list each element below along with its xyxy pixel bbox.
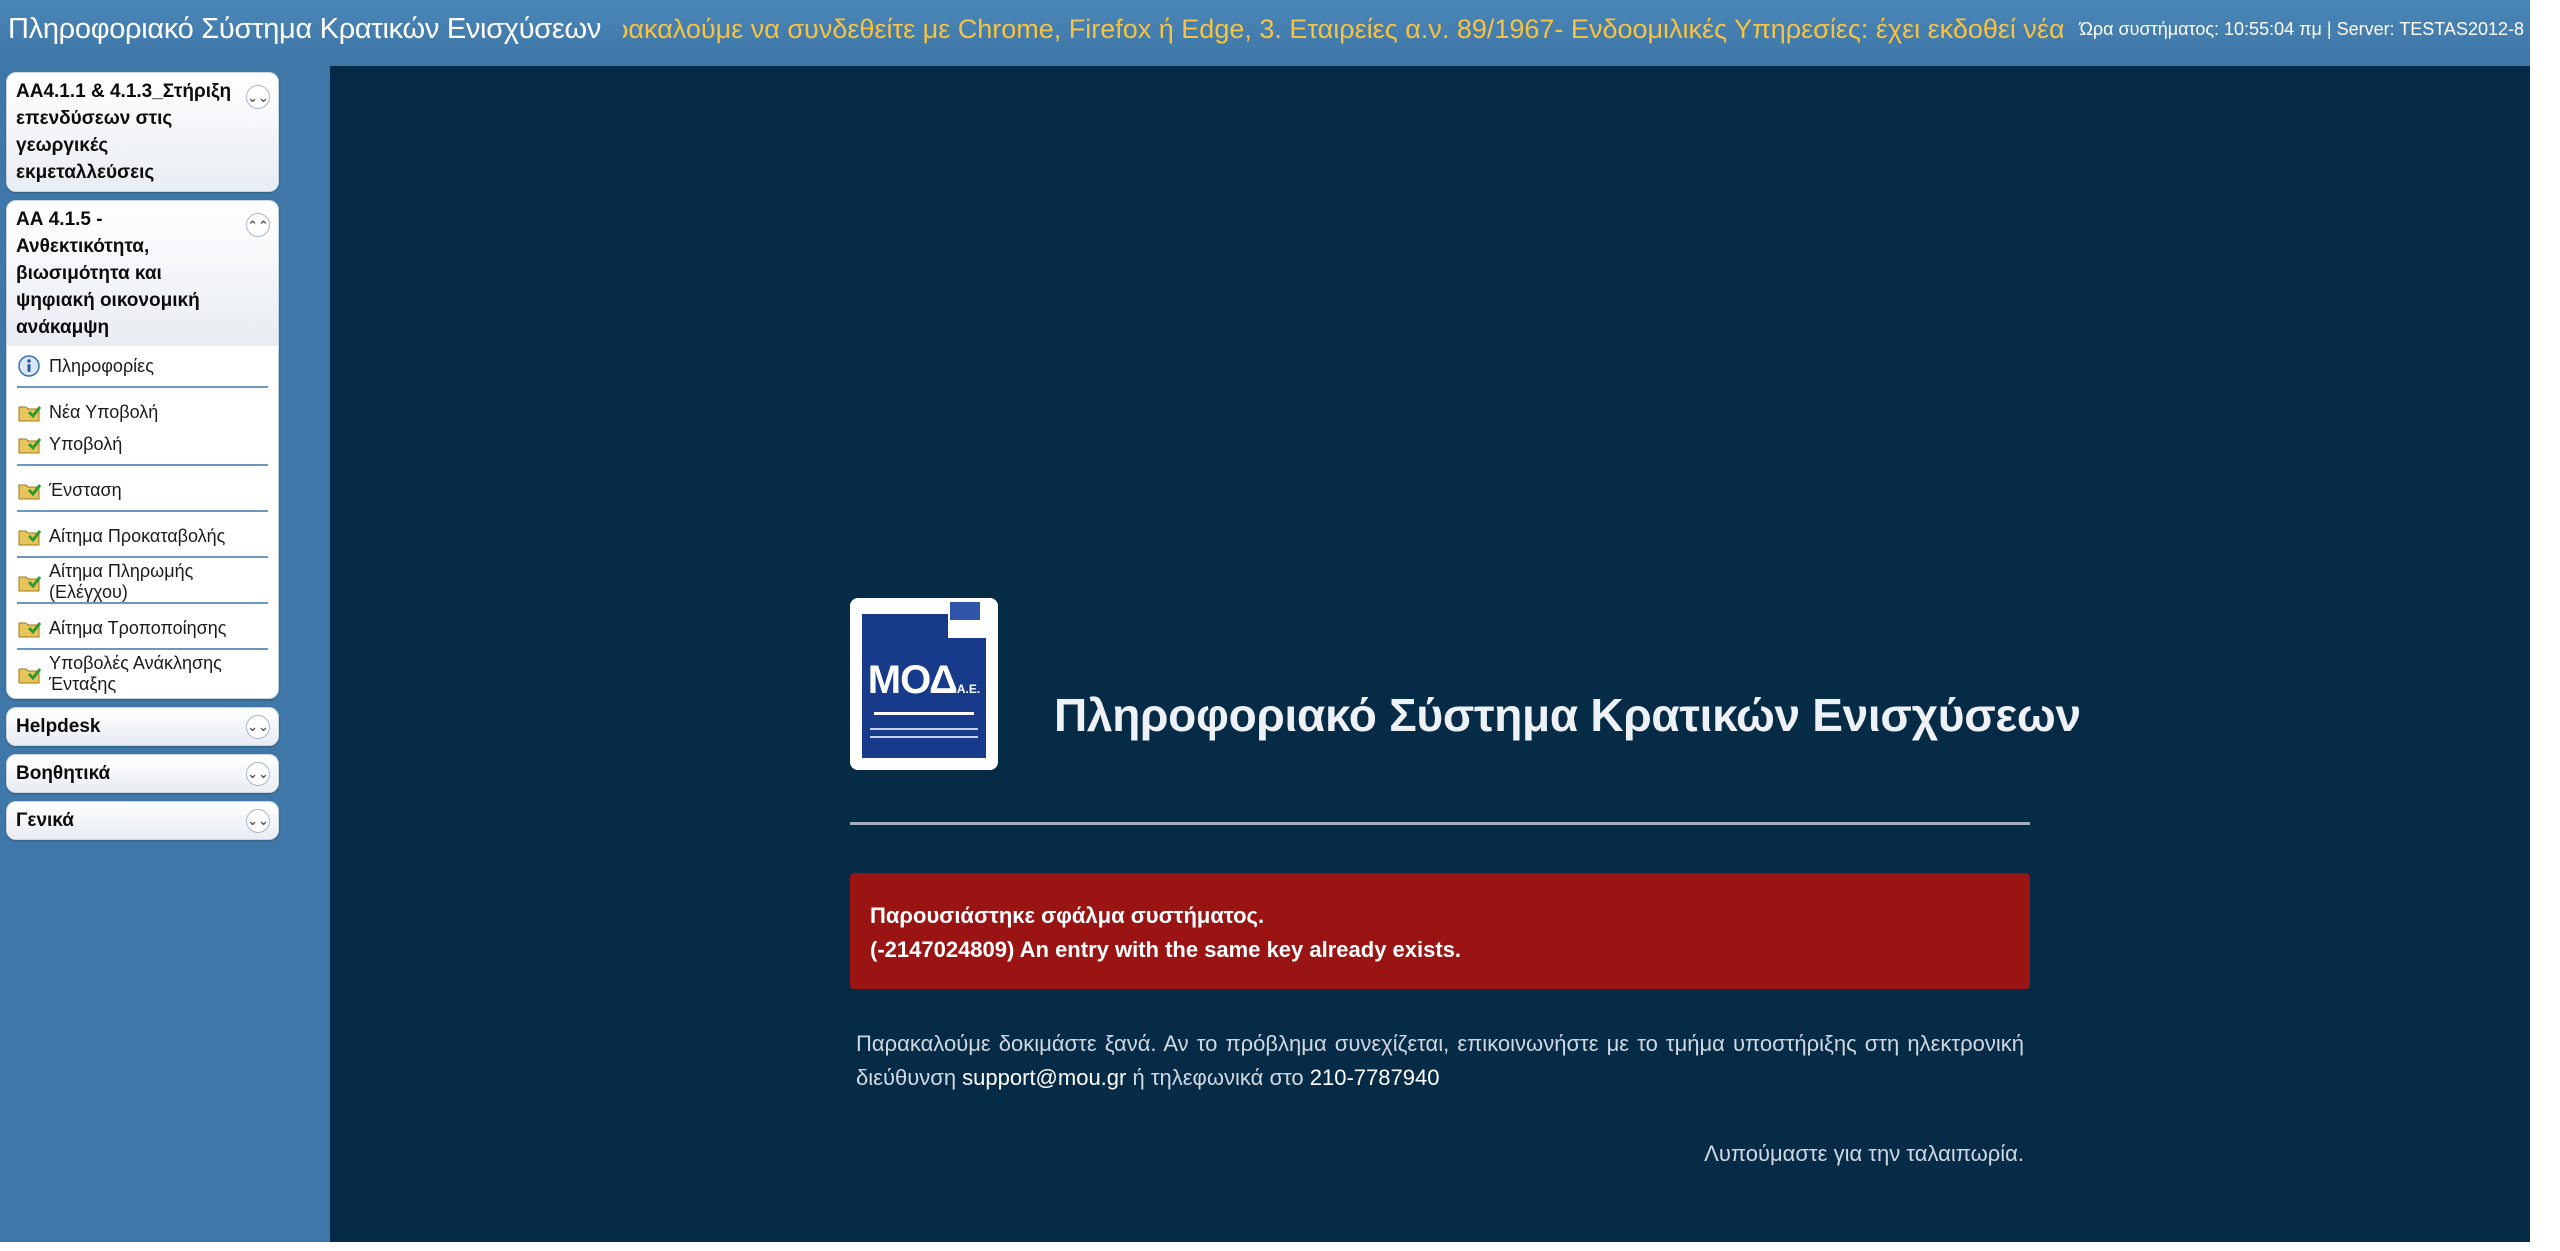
- menu-item-label: Υποβολές Ανάκλησης Ένταξης: [49, 653, 222, 694]
- panel-header-helpdesk[interactable]: Helpdesk ⌄⌄: [7, 708, 278, 745]
- menu-item-label: Αίτημα Τροποποίησης: [49, 617, 227, 638]
- panel-title: Βοηθητικά: [16, 763, 111, 784]
- error-message-box: Παρουσιάστηκε σφάλμα συστήματος. (-21470…: [850, 873, 2030, 989]
- sidebar-panel-aa415: ΑΑ 4.1.5 - Ανθεκτικότητα, βιωσιμότητα κα…: [6, 200, 279, 699]
- system-info: Ώρα συστήματος: 10:55:04 πμ | Server: TE…: [2079, 18, 2524, 39]
- menu-separator: [17, 556, 268, 558]
- folder-icon: [18, 484, 42, 500]
- panel-title: Helpdesk: [16, 716, 101, 737]
- sidebar-item-objection[interactable]: Ένσταση: [17, 474, 268, 506]
- sidebar: ΑΑ4.1.1 & 4.1.3_Στήριξη επενδύσεων στις …: [6, 72, 279, 848]
- menu-item-label: Πληροφορίες: [49, 355, 154, 376]
- menu-separator: [17, 464, 268, 466]
- folder-icon: [18, 438, 42, 454]
- menu-separator: [17, 386, 268, 388]
- logo-rule: [870, 736, 978, 738]
- logo-suffix: Α.Ε.: [956, 682, 981, 696]
- menu-item-label: Αίτημα Πληρωμής (Ελέγχου): [49, 561, 194, 602]
- top-bar: Πληροφοριακό Σύστημα Κρατικών Ενισχύσεων…: [0, 0, 2530, 58]
- site-title: Πληροφοριακό Σύστημα Κρατικών Ενισχύσεων: [1054, 689, 2081, 741]
- panel-header-aa411[interactable]: ΑΑ4.1.1 & 4.1.3_Στήριξη επενδύσεων στις …: [7, 73, 278, 191]
- support-message: Παρακαλούμε δοκιμάστε ξανά. Αν το πρόβλη…: [850, 1027, 2030, 1095]
- panel-header-auxiliary[interactable]: Βοηθητικά ⌄⌄: [7, 755, 278, 792]
- app-title: Πληροφοριακό Σύστημα Κρατικών Ενισχύσεων: [8, 12, 602, 45]
- sidebar-item-inclusion-revocation[interactable]: Υποβολές Ανάκλησης Ένταξης: [17, 653, 268, 694]
- error-title: Παρουσιάστηκε σφάλμα συστήματος.: [870, 903, 1265, 928]
- menu-separator: [17, 510, 268, 512]
- main-content: ΜΟΔΑ.Ε. Πληροφοριακό Σύστημα Κρατικών Εν…: [330, 66, 2530, 1242]
- folder-icon: [18, 622, 42, 638]
- brand-header: ΜΟΔΑ.Ε. Πληροφοριακό Σύστημα Κρατικών Εν…: [850, 594, 2081, 770]
- sidebar-item-modification-request[interactable]: Αίτημα Τροποποίησης: [17, 612, 268, 644]
- menu-item-label: Αίτημα Προκαταβολής: [49, 525, 226, 546]
- folder-icon: [18, 406, 42, 422]
- panel-title: Γενικά: [16, 810, 74, 831]
- folder-icon: [18, 668, 42, 684]
- support-text-phone: ή τηλεφωνικά στο: [1126, 1065, 1310, 1090]
- support-phone: 210-7787940: [1309, 1065, 1440, 1090]
- folder-icon: [18, 576, 42, 592]
- panel-title: ΑΑ 4.1.5 - Ανθεκτικότητα, βιωσιμότητα κα…: [16, 209, 200, 338]
- menu-item-label: Ένσταση: [49, 479, 122, 500]
- expand-chevron-icon[interactable]: ⌄⌄: [246, 761, 270, 786]
- folder-icon: [18, 530, 42, 546]
- sidebar-item-new-submission[interactable]: Νέα Υποβολή: [17, 396, 268, 428]
- menu-item-label: Νέα Υποβολή: [49, 401, 159, 422]
- sidebar-item-information[interactable]: Πληροφορίες: [17, 350, 268, 382]
- sidebar-panel-general: Γενικά ⌄⌄: [6, 801, 279, 840]
- logo-rule: [870, 728, 978, 730]
- expand-chevron-icon[interactable]: ⌄⌄: [246, 808, 270, 833]
- panel-header-general[interactable]: Γενικά ⌄⌄: [7, 802, 278, 839]
- menu-separator: [17, 648, 268, 650]
- error-page: ΜΟΔΑ.Ε. Πληροφοριακό Σύστημα Κρατικών Εν…: [850, 594, 2081, 1167]
- support-email[interactable]: support@mou.gr: [962, 1065, 1126, 1090]
- error-detail: (-2147024809) An entry with the same key…: [870, 937, 1462, 962]
- menu-item-label: Υποβολή: [49, 433, 123, 454]
- sidebar-panel-helpdesk: Helpdesk ⌄⌄: [6, 707, 279, 746]
- info-icon: [18, 355, 40, 377]
- expand-chevron-icon[interactable]: ⌄⌄: [246, 85, 270, 109]
- announcement-text: ρακαλούμε να συνδεθείτε με Chrome, Firef…: [623, 14, 2064, 44]
- sidebar-item-submission[interactable]: Υποβολή: [17, 428, 268, 460]
- panel-title: ΑΑ4.1.1 & 4.1.3_Στήριξη επενδύσεων στις …: [16, 81, 232, 183]
- sidebar-item-payment-request[interactable]: Αίτημα Πληρωμής (Ελέγχου): [17, 561, 268, 602]
- sidebar-panel-aa411: ΑΑ4.1.1 & 4.1.3_Στήριξη επενδύσεων στις …: [6, 72, 279, 192]
- moda-logo: ΜΟΔΑ.Ε.: [850, 598, 998, 770]
- expand-chevron-icon[interactable]: ⌄⌄: [246, 714, 270, 739]
- sidebar-panel-auxiliary: Βοηθητικά ⌄⌄: [6, 754, 279, 793]
- logo-text: ΜΟΔ: [867, 658, 958, 702]
- panel-body-aa415: Πληροφορίες Νέα Υποβολή Υποβολή Ένσταση …: [7, 346, 278, 698]
- announcement-marquee: ρακαλούμε να συνδεθείτε με Chrome, Firef…: [623, 0, 2063, 58]
- logo-rule: [874, 712, 974, 715]
- collapse-chevron-icon[interactable]: ⌃⌃: [246, 213, 270, 237]
- apology-text: Λυπούμαστε για την ταλαιπωρία.: [1704, 1141, 2024, 1166]
- sidebar-item-advance-payment-request[interactable]: Αίτημα Προκαταβολής: [17, 520, 268, 552]
- logo-wordmark: ΜΟΔΑ.Ε.: [850, 658, 998, 703]
- eu-flag-icon: [948, 600, 982, 622]
- app-frame: Πληροφοριακό Σύστημα Κρατικών Ενισχύσεων…: [0, 0, 2530, 1242]
- panel-header-aa415[interactable]: ΑΑ 4.1.5 - Ανθεκτικότητα, βιωσιμότητα κα…: [7, 201, 278, 346]
- divider: [850, 822, 2030, 825]
